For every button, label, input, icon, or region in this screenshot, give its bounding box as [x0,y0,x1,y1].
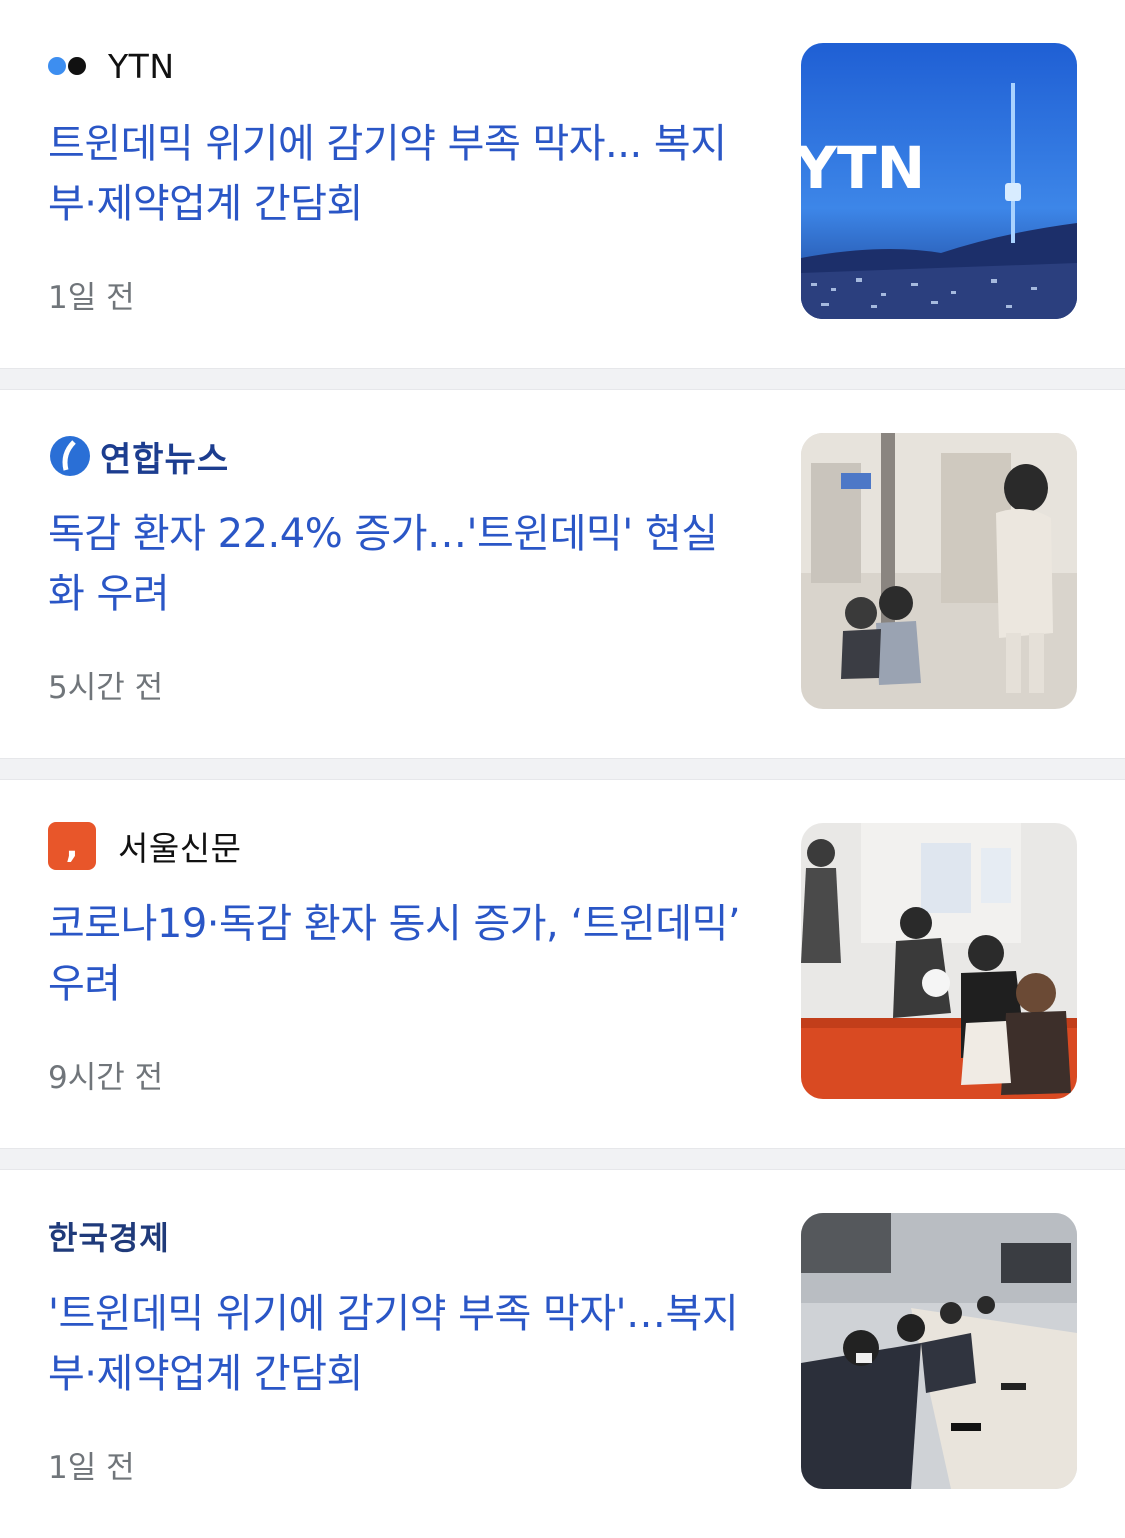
yonhap-logo-icon [50,436,90,476]
source-name: 서울신문 [118,829,242,868]
headline-link[interactable]: '트윈데믹 위기에 감기약 부족 막자'…복지부·제약업계 간담회 [48,1284,748,1404]
source-name: YTN [108,46,175,86]
blue-dot-icon [48,57,66,75]
card-separator [0,758,1125,780]
thumbnail-image[interactable] [801,433,1077,709]
news-card[interactable]: YTN 트윈데믹 위기에 감기약 부족 막자... 복지부·제약업계 간담회 1… [0,0,1125,368]
thumbnail-image[interactable]: YTN [801,43,1077,319]
card-separator [0,368,1125,390]
source-row: 한국경제 [48,1210,170,1262]
timestamp: 1일 전 [48,1450,135,1486]
news-feed: YTN 트윈데믹 위기에 감기약 부족 막자... 복지부·제약업계 간담회 1… [0,0,1125,1538]
meeting-room-image [801,1213,1077,1489]
source-row: , 서울신문 [48,820,241,872]
seoul-shinmun-logo-icon: , [48,822,96,870]
headline-link[interactable]: 코로나19·독감 환자 동시 증가, ‘트윈데믹’ 우려 [48,894,748,1014]
news-card[interactable]: 한국경제 '트윈데믹 위기에 감기약 부족 막자'…복지부·제약업계 간담회 1… [0,1170,1125,1538]
news-card[interactable]: , 서울신문 코로나19·독감 환자 동시 증가, ‘트윈데믹’ 우려 9시간 … [0,780,1125,1148]
timestamp: 1일 전 [48,280,135,316]
timestamp: 5시간 전 [48,670,164,706]
thumb-logo-text: YTN [801,134,925,202]
headline-link[interactable]: 독감 환자 22.4% 증가…'트윈데믹' 현실화 우려 [48,504,748,624]
thumbnail-image[interactable] [801,823,1077,1099]
source-row: YTN [48,40,175,92]
black-dot-icon [68,57,86,75]
thumbnail-image[interactable] [801,1213,1077,1489]
card-separator [0,1148,1125,1170]
clinic-waiting-image [801,433,1077,709]
source-row: 연합뉴스 [48,430,229,482]
news-card[interactable]: 연합뉴스 독감 환자 22.4% 증가…'트윈데믹' 현실화 우려 5시간 전 [0,390,1125,758]
source-name: 연합뉴스 [100,439,230,480]
timestamp: 9시간 전 [48,1060,164,1096]
headline-link[interactable]: 트윈데믹 위기에 감기약 부족 막자... 복지부·제약업계 간담회 [48,114,748,234]
ytn-logo-icon [48,57,86,75]
ytn-seoul-night-image: YTN [801,43,1077,319]
source-name: 한국경제 [48,1219,170,1257]
hospital-lobby-image [801,823,1077,1099]
yonhap-logo: 연합뉴스 [48,432,229,481]
